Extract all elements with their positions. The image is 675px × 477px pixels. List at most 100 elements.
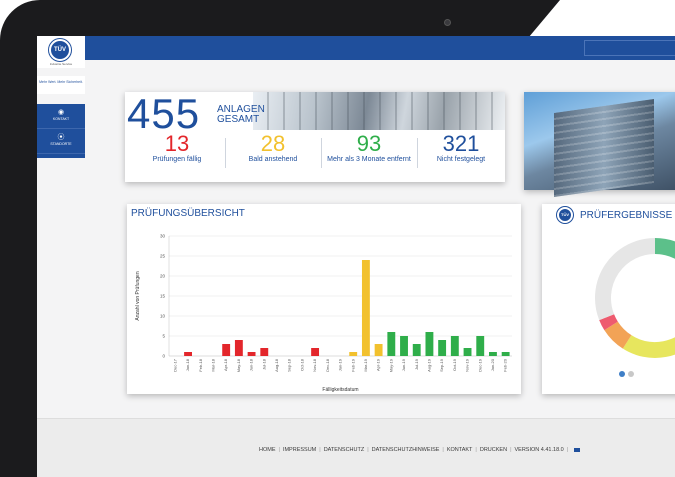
chart-bar <box>311 348 320 356</box>
tuv-logo-icon[interactable]: TÜV <box>49 39 71 61</box>
x-tick-label: May-18 <box>236 358 241 372</box>
divider <box>321 138 322 168</box>
y-tick-label: 25 <box>160 254 166 259</box>
stat-later[interactable]: 93 Mehr als 3 Monate entfernt <box>323 132 415 180</box>
x-tick-label: Jan-19 <box>338 358 343 371</box>
building-photo <box>554 98 654 198</box>
chart-bar <box>234 340 243 356</box>
x-tick-label: Dec-18 <box>325 358 330 372</box>
tuv-logo-icon: TÜV <box>557 207 573 223</box>
x-tick-label: Mar-18 <box>211 358 216 371</box>
stat-label: Mehr als 3 Monate entfernt <box>327 156 411 163</box>
chart-bar <box>450 336 459 356</box>
chart-bar <box>349 352 358 356</box>
stat-unset[interactable]: 321 Nicht festgelegt <box>419 132 503 180</box>
x-tick-label: Feb-19 <box>350 358 355 371</box>
stat-value: 321 <box>442 131 480 156</box>
y-tick-label: 5 <box>162 334 165 339</box>
footer-separator: | <box>566 447 569 453</box>
stat-due[interactable]: 13 Prüfungen fällig <box>133 132 221 180</box>
pager-dot[interactable] <box>628 371 634 377</box>
chart-bar <box>425 332 434 356</box>
x-tick-label: Jun-18 <box>249 358 254 371</box>
building-image <box>524 92 675 198</box>
chart-bar <box>412 344 421 356</box>
header-photo <box>253 92 505 130</box>
x-tick-label: Feb-20 <box>503 358 508 371</box>
donut-segment[interactable] <box>604 321 632 349</box>
footer-link[interactable]: IMPRESSUM <box>283 447 316 453</box>
sidebar-item-standorte[interactable]: ⦿ STANDORTE <box>37 129 85 154</box>
x-tick-label: Jan-18 <box>185 358 190 371</box>
footer-link[interactable]: VERSION 4.41.18.0 <box>515 447 564 453</box>
stat-upcoming[interactable]: 28 Bald anstehend <box>229 132 317 180</box>
pin-icon: ⦿ <box>57 134 65 141</box>
camera-icon <box>444 19 451 26</box>
donut-segment[interactable] <box>599 314 618 331</box>
chart-bar <box>260 348 269 356</box>
bar-chart[interactable]: 0 5 10 15 20 25 30 Dec-17 Jan-18 Feb-18 Mar-18 Apr-… <box>127 224 521 394</box>
stat-label: Prüfungen fällig <box>152 156 202 163</box>
x-tick-label: Aug-19 <box>426 358 431 372</box>
footer-separator: | <box>510 447 512 453</box>
stat-value: 28 <box>260 131 286 156</box>
sidebar-item-kontakt[interactable]: ◉ KONTAKT <box>37 104 85 129</box>
footer-separator: | <box>475 447 477 453</box>
sidebar: TÜV Industrie Service Mehr Wert. Mehr Si… <box>37 36 85 166</box>
footer-link[interactable]: HOME <box>259 447 276 453</box>
footer: HOME | IMPRESSUM | DATENSCHUTZ | DATENSCHUTZHI… <box>37 418 675 477</box>
footer-link[interactable]: DATENSCHUTZ <box>324 447 365 453</box>
divider <box>225 138 226 168</box>
sidebar-item-label: KONTAKT <box>52 117 70 121</box>
y-tick-label: 10 <box>160 314 166 319</box>
footer-separator: | <box>319 447 321 453</box>
x-tick-label: Dec-17 <box>172 358 177 372</box>
x-tick-label: Sep-19 <box>439 358 444 372</box>
chart-bar <box>400 336 408 356</box>
x-tick-label: Jul-18 <box>261 358 266 370</box>
total-label: ANLAGEN GESAMT <box>217 105 265 125</box>
x-tick-label: Jul-19 <box>414 358 419 370</box>
x-tick-label: Nov-19 <box>465 358 470 372</box>
screen: TÜV Industrie Service Mehr Wert. Mehr Si… <box>37 36 675 477</box>
chart-bar <box>222 344 231 356</box>
x-tick-label: Apr-18 <box>223 358 228 371</box>
x-tick-label: Jan-20 <box>490 358 495 371</box>
laptop-frame: TÜV Industrie Service Mehr Wert. Mehr Si… <box>0 0 675 477</box>
x-tick-label: Feb-18 <box>198 358 203 371</box>
footer-link[interactable]: KONTAKT <box>447 447 473 453</box>
x-tick-label: Jun-19 <box>401 358 406 371</box>
footer-separator: | <box>367 447 369 453</box>
chart-bar <box>374 344 383 356</box>
x-tick-label: Nov-18 <box>312 358 317 372</box>
y-tick-label: 20 <box>160 274 166 279</box>
summary-card: 455 ANLAGEN GESAMT 13 Prüfungen fällig 2… <box>125 92 505 182</box>
x-tick-label: Oct-19 <box>452 358 457 371</box>
overview-chart-card: PRÜFUNGSÜBERSICHT 0 5 10 15 20 25 30 Dec-17 Jan-… <box>127 204 521 394</box>
eye-icon: ◉ <box>57 109 65 116</box>
y-tick-label: 0 <box>162 354 165 359</box>
chart-bar <box>501 352 510 356</box>
search-input[interactable] <box>584 40 675 56</box>
donut-segment[interactable] <box>654 238 675 329</box>
top-bar <box>37 36 675 60</box>
stat-label: Bald anstehend <box>248 156 298 163</box>
pager-dot[interactable] <box>619 371 625 377</box>
x-tick-label: May-19 <box>388 358 393 372</box>
donut-chart[interactable] <box>542 224 675 394</box>
stat-value: 93 <box>356 131 382 156</box>
chart-bar <box>463 348 472 356</box>
x-axis-label: Fälligkeitsdatum <box>322 387 358 393</box>
x-tick-label: Mar-19 <box>363 358 368 371</box>
footer-link[interactable]: DATENSCHUTZHINWEISE <box>372 447 440 453</box>
x-tick-label: Oct-18 <box>299 358 304 371</box>
sidebar-item-label: STANDORTE <box>50 142 72 146</box>
donut-segment[interactable] <box>622 329 675 358</box>
donut-segment[interactable] <box>595 238 656 321</box>
chart-bar <box>489 352 497 356</box>
footer-links: HOME | IMPRESSUM | DATENSCHUTZ | DATENSCHUTZHI… <box>259 447 581 453</box>
total-label-line2: GESAMT <box>217 114 260 125</box>
results-title: PRÜFERGEBNISSE <box>580 210 673 221</box>
footer-link[interactable]: DRUCKEN <box>480 447 507 453</box>
language-flag-icon[interactable] <box>574 447 581 452</box>
